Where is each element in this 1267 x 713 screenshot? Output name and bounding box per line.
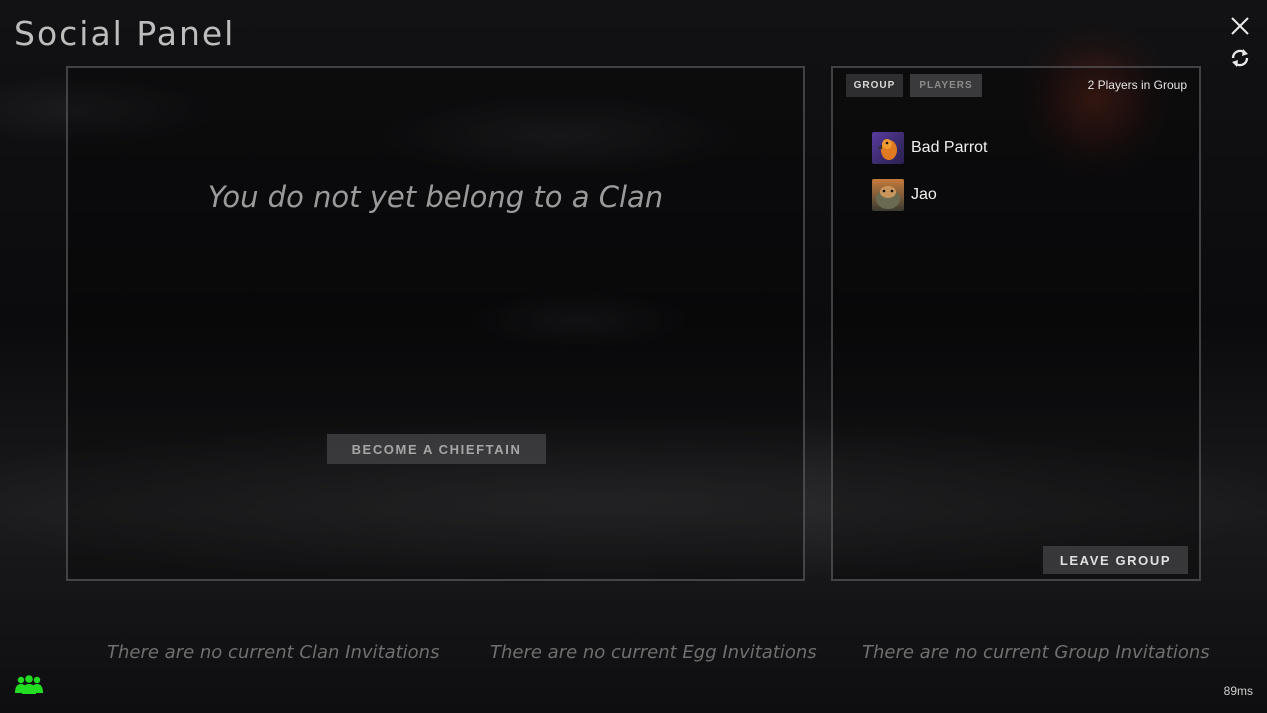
become-chieftain-button[interactable]: BECOME A CHIEFTAIN (327, 434, 546, 464)
group-people-icon (15, 675, 43, 694)
group-member-jao[interactable]: Jao (872, 179, 937, 211)
leave-group-button[interactable]: LEAVE GROUP (1043, 546, 1188, 574)
close-icon (1231, 17, 1249, 35)
refresh-icon (1231, 49, 1249, 67)
refresh-button[interactable] (1229, 47, 1251, 69)
tab-group[interactable]: GROUP (846, 74, 903, 97)
parrot-avatar (872, 132, 904, 164)
egg-invitations-status: There are no current Egg Invitations (490, 642, 817, 663)
clan-panel: You do not yet belong to a Clan BECOME A… (66, 66, 805, 581)
group-count-label: 2 Players in Group (1087, 78, 1187, 92)
group-member-bad-parrot[interactable]: Bad Parrot (872, 132, 987, 164)
social-panel-screen: Social Panel You do not yet belong to a … (0, 0, 1267, 713)
clan-status-message: You do not yet belong to a Clan (207, 180, 664, 214)
clan-invitations-status: There are no current Clan Invitations (107, 642, 440, 663)
ping-readout: 89ms (1223, 684, 1253, 698)
page-title: Social Panel (14, 14, 236, 53)
close-button[interactable] (1228, 14, 1252, 38)
jao-avatar (872, 179, 904, 211)
tab-players[interactable]: PLAYERS (910, 74, 982, 97)
group-invitations-status: There are no current Group Invitations (862, 642, 1210, 663)
group-panel: GROUP PLAYERS 2 Players in Group Bad Par… (831, 66, 1201, 581)
social-button[interactable] (14, 674, 44, 694)
member-name: Bad Parrot (911, 139, 988, 156)
member-name: Jao (911, 186, 937, 203)
